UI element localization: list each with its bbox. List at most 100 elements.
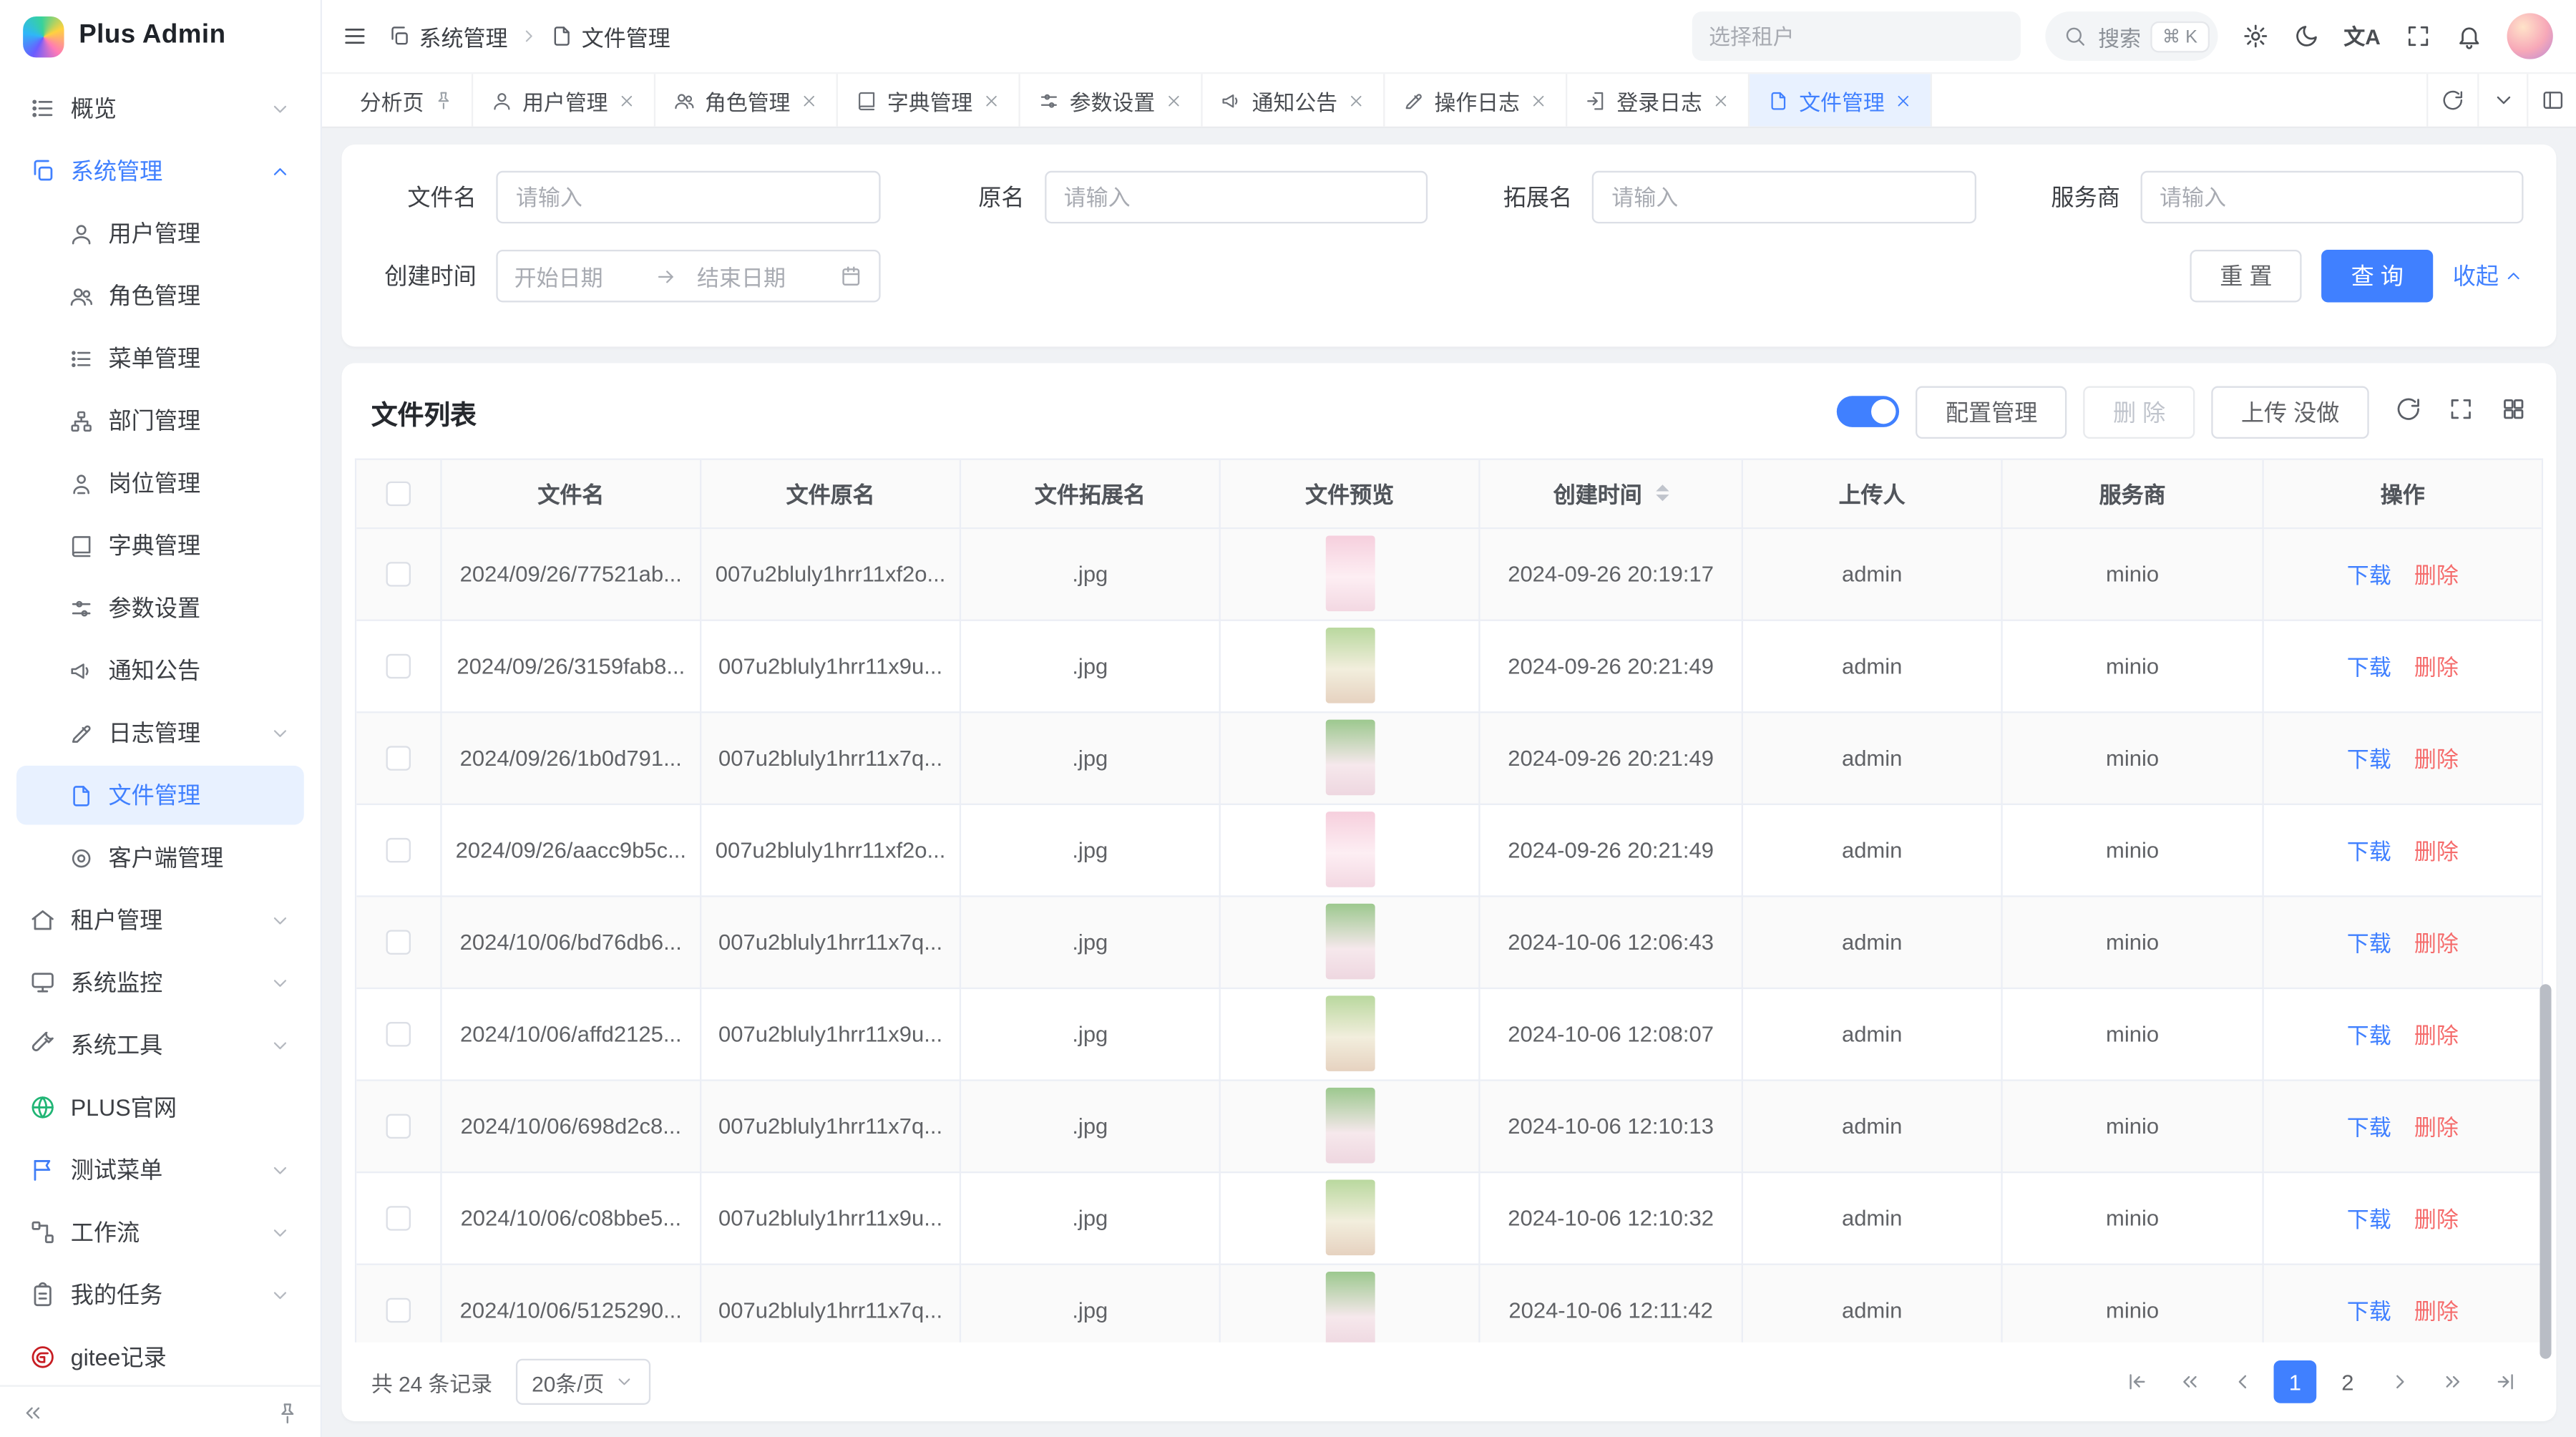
close-tab-icon[interactable] — [1894, 91, 1912, 109]
delete-link[interactable]: 删除 — [2414, 557, 2459, 590]
delete-link[interactable]: 删除 — [2414, 833, 2459, 866]
sidebar-item-overview[interactable]: 概览 — [16, 79, 304, 138]
tab-file[interactable]: 文件管理 — [1750, 74, 1932, 126]
collapse-sidebar-button[interactable] — [16, 1395, 49, 1428]
date-range-picker[interactable]: 开始日期 结束日期 — [496, 250, 879, 302]
tab-notice[interactable]: 通知公告 — [1203, 74, 1385, 126]
sidebar-item-user-mgmt[interactable]: 用户管理 — [16, 204, 304, 263]
pin-icon[interactable] — [434, 90, 454, 110]
sidebar-item-system[interactable]: 系统管理 — [16, 141, 304, 200]
collapse-filters-link[interactable]: 收起 — [2453, 260, 2524, 293]
extension-input[interactable] — [1592, 171, 1976, 223]
delete-link[interactable]: 删除 — [2414, 1109, 2459, 1142]
sidebar-item-dept-mgmt[interactable]: 部门管理 — [16, 391, 304, 450]
file-preview-image[interactable] — [1325, 812, 1375, 887]
next-jump-button[interactable] — [2431, 1360, 2474, 1403]
close-tab-icon[interactable] — [800, 91, 818, 109]
pin-sidebar-button[interactable] — [271, 1395, 304, 1428]
row-checkbox[interactable] — [386, 561, 411, 585]
row-checkbox[interactable] — [386, 929, 411, 953]
row-checkbox[interactable] — [386, 745, 411, 769]
close-tab-icon[interactable] — [1712, 91, 1730, 109]
tenant-select[interactable] — [1692, 11, 2021, 61]
close-tab-icon[interactable] — [1347, 91, 1365, 109]
reset-button[interactable]: 重 置 — [2190, 250, 2302, 302]
upload-button[interactable]: 上传 没做 — [2212, 386, 2369, 438]
file-preview-image[interactable] — [1325, 1272, 1375, 1343]
sidebar-item-param-set[interactable]: 参数设置 — [16, 578, 304, 638]
delete-link[interactable]: 删除 — [2414, 1201, 2459, 1234]
file-preview-image[interactable] — [1325, 995, 1375, 1071]
file-preview-image[interactable] — [1325, 1180, 1375, 1256]
global-search[interactable]: 搜索 ⌘ K — [2046, 11, 2218, 61]
sidebar-item-plus-site[interactable]: PLUS官网 — [16, 1078, 304, 1137]
page-2-button[interactable]: 2 — [2326, 1360, 2369, 1403]
prev-page-button[interactable] — [2221, 1360, 2264, 1403]
tab-param[interactable]: 参数设置 — [1020, 74, 1203, 126]
sidebar-item-gitee-log[interactable]: gitee记录 — [16, 1328, 304, 1385]
tab-analysis[interactable]: 分析页 — [342, 74, 474, 126]
original-name-input[interactable] — [1044, 171, 1428, 223]
table-scrollbar[interactable] — [2540, 983, 2551, 1358]
select-all-checkbox[interactable] — [386, 481, 411, 505]
prev-jump-button[interactable] — [2169, 1360, 2212, 1403]
sidebar-item-test-menu[interactable]: 测试菜单 — [16, 1140, 304, 1199]
sidebar-item-tenant-mgmt[interactable]: 租户管理 — [16, 890, 304, 950]
close-tab-icon[interactable] — [618, 91, 635, 109]
download-link[interactable]: 下载 — [2347, 1109, 2391, 1142]
notifications-button[interactable] — [2456, 23, 2482, 49]
close-tab-icon[interactable] — [982, 91, 1000, 109]
filename-input[interactable] — [496, 171, 879, 223]
delete-link[interactable]: 删除 — [2414, 1017, 2459, 1050]
tab-dict[interactable]: 字典管理 — [838, 74, 1020, 126]
page-1-button[interactable]: 1 — [2274, 1360, 2317, 1403]
download-link[interactable]: 下载 — [2347, 649, 2391, 682]
file-preview-image[interactable] — [1325, 628, 1375, 703]
sidebar-item-role-mgmt[interactable]: 角色管理 — [16, 266, 304, 326]
language-toggle[interactable]: 文A — [2343, 26, 2380, 47]
download-link[interactable]: 下载 — [2347, 833, 2391, 866]
delete-link[interactable]: 删除 — [2414, 1293, 2459, 1326]
row-checkbox[interactable] — [386, 1114, 411, 1138]
row-checkbox[interactable] — [386, 837, 411, 862]
tab-op-log[interactable]: 操作日志 — [1385, 74, 1568, 126]
sidebar-item-notice[interactable]: 通知公告 — [16, 640, 304, 700]
sidebar-item-sys-tools[interactable]: 系统工具 — [16, 1015, 304, 1075]
sidebar-item-workflow[interactable]: 工作流 — [16, 1203, 304, 1262]
delete-link[interactable]: 删除 — [2414, 649, 2459, 682]
last-page-button[interactable] — [2484, 1360, 2527, 1403]
tab-role[interactable]: 角色管理 — [655, 74, 838, 126]
sidebar-item-my-tasks[interactable]: 我的任务 — [16, 1265, 304, 1325]
download-link[interactable]: 下载 — [2347, 741, 2391, 774]
file-preview-image[interactable] — [1325, 1088, 1375, 1164]
column-settings-button[interactable] — [2500, 396, 2527, 427]
search-button[interactable]: 查 询 — [2321, 250, 2433, 302]
settings-button[interactable] — [2242, 23, 2268, 49]
file-preview-image[interactable] — [1325, 904, 1375, 980]
refresh-tabs-button[interactable] — [2428, 74, 2477, 126]
tab-user[interactable]: 用户管理 — [473, 74, 655, 126]
sidebar-item-menu-mgmt[interactable]: 菜单管理 — [16, 328, 304, 388]
breadcrumb-item-file[interactable]: 文件管理 — [550, 20, 670, 53]
dark-mode-toggle[interactable] — [2293, 23, 2319, 49]
tab-login-log[interactable]: 登录日志 — [1568, 74, 1750, 126]
user-avatar[interactable] — [2507, 13, 2553, 59]
row-checkbox[interactable] — [386, 1205, 411, 1229]
delete-link[interactable]: 删除 — [2414, 741, 2459, 774]
sidebar-item-client-mgmt[interactable]: 客户端管理 — [16, 828, 304, 887]
sidebar-item-sys-monitor[interactable]: 系统监控 — [16, 953, 304, 1013]
sidebar-item-dict-mgmt[interactable]: 字典管理 — [16, 516, 304, 575]
next-page-button[interactable] — [2379, 1360, 2421, 1403]
page-size-select[interactable]: 20条/页 — [515, 1359, 650, 1405]
close-tab-icon[interactable] — [1530, 91, 1548, 109]
sidebar-item-file-mgmt[interactable]: 文件管理 — [16, 766, 304, 825]
download-link[interactable]: 下载 — [2347, 1201, 2391, 1234]
file-preview-image[interactable] — [1325, 720, 1375, 796]
row-checkbox[interactable] — [386, 1021, 411, 1046]
sidebar-toggle-button[interactable] — [342, 23, 369, 49]
provider-input[interactable] — [2140, 171, 2523, 223]
sort-control[interactable] — [1655, 478, 1668, 507]
row-checkbox[interactable] — [386, 653, 411, 678]
batch-delete-button[interactable]: 删 除 — [2084, 386, 2195, 438]
first-page-button[interactable] — [2116, 1360, 2159, 1403]
